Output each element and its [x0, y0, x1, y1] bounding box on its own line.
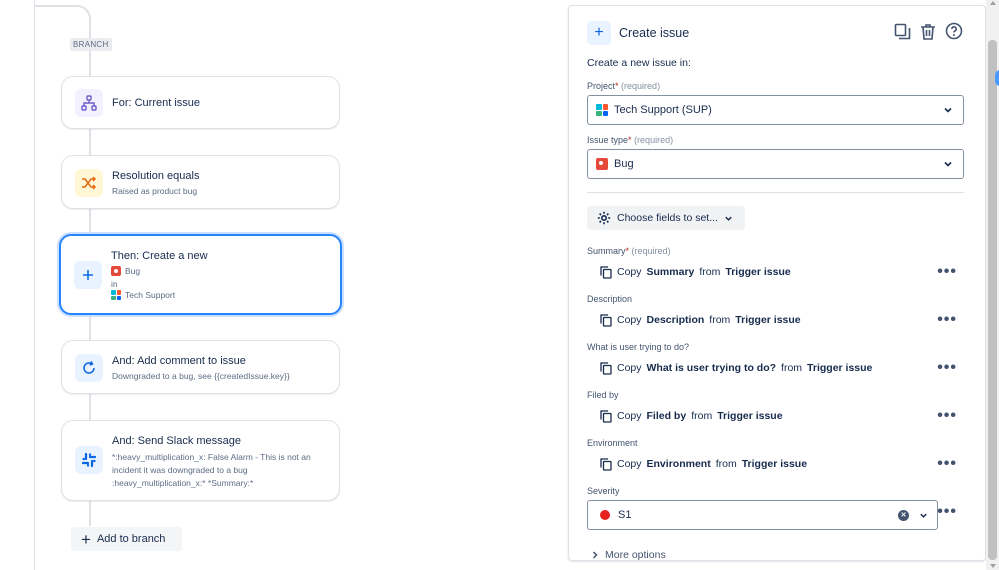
issue-type-value: Bug [614, 158, 634, 170]
card-title: Resolution equals [112, 170, 200, 182]
card-create-issue[interactable]: Then: Create a new Bug in Tech Support [59, 234, 342, 315]
summary-label: Summary* (required) [587, 246, 671, 256]
gear-icon [597, 211, 611, 225]
severity-label: Severity [587, 486, 620, 496]
environment-label: Environment [587, 438, 638, 448]
severity-dot-icon [600, 510, 610, 520]
card-project: Tech Support [111, 290, 175, 300]
copy-icon [600, 457, 612, 471]
description-label: Description [587, 294, 633, 304]
summary-more-icon[interactable]: ••• [937, 264, 957, 280]
plus-icon [74, 261, 102, 289]
copy-icon [600, 313, 612, 327]
card-title: Then: Create a new [111, 250, 208, 262]
environment-copy-row[interactable]: Copy Environment from Trigger issue [600, 456, 964, 472]
card-title: And: Send Slack message [112, 435, 242, 447]
summary-copy-row[interactable]: Copy Summary from Trigger issue [600, 264, 964, 280]
trash-icon[interactable] [919, 22, 937, 40]
card-in-label: in [111, 279, 118, 289]
user-trying-copy-row[interactable]: Copy What is user trying to do? from Trigge… [600, 360, 964, 376]
card-subtitle: Downgraded to a bug, see {{createdIssue.… [112, 371, 290, 381]
scroll-up-icon[interactable] [990, 1, 996, 5]
automation-canvas: BRANCH For: Current issue Resolution equ… [0, 0, 560, 570]
card-title: And: Add comment to issue [112, 355, 246, 367]
panel-toolbar [893, 22, 963, 40]
add-to-branch-button[interactable]: + Add to branch [71, 527, 182, 551]
filed-by-copy-row[interactable]: Copy Filed by from Trigger issue [600, 408, 964, 424]
card-send-slack[interactable]: And: Send Slack message *:heavy_multipli… [61, 420, 340, 501]
card-title: For: Current issue [112, 97, 201, 109]
card-add-comment[interactable]: And: Add comment to issue Downgraded to … [61, 340, 340, 394]
refresh-comment-icon [75, 354, 103, 382]
branch-hierarchy-icon [75, 89, 103, 117]
plus-icon: + [81, 529, 91, 549]
card-subtitle: Raised as product bug [112, 186, 198, 196]
filed-by-label: Filed by [587, 390, 619, 400]
severity-more-icon[interactable]: ••• [937, 504, 957, 520]
divider [587, 192, 964, 193]
project-value: Tech Support (SUP) [614, 104, 712, 116]
bug-icon [596, 158, 608, 170]
user-trying-label: What is user trying to do? [587, 342, 690, 352]
panel-header: + Create issue [587, 21, 689, 45]
clear-icon[interactable]: ✕ [898, 510, 909, 521]
copy-icon[interactable] [893, 22, 911, 40]
tech-support-icon [596, 104, 608, 116]
card-issue-type: Bug [111, 266, 140, 276]
panel-title: Create issue [619, 26, 690, 40]
card-line-2: incident it was downgraded to a bug [112, 465, 248, 475]
help-icon[interactable] [945, 22, 963, 40]
bug-icon [111, 266, 121, 276]
chevron-down-icon [725, 216, 732, 221]
scroll-down-icon[interactable] [990, 564, 996, 568]
user-trying-more-icon[interactable]: ••• [937, 360, 957, 376]
project-select[interactable]: Tech Support (SUP) [587, 95, 964, 125]
chevron-down-icon [920, 513, 927, 518]
issue-type-label: Issue type* (required) [587, 135, 674, 145]
chevron-down-icon [944, 107, 952, 113]
issue-type-select[interactable]: Bug [587, 149, 964, 179]
branch-tag: BRANCH [70, 38, 112, 51]
severity-value: S1 [618, 509, 632, 521]
copy-icon [600, 361, 612, 375]
card-line-3: :heavy_multiplication_x:* *Summary:* [112, 478, 254, 488]
chevron-down-icon [944, 161, 952, 167]
card-line-1: *:heavy_multiplication_x: False Alarm - … [112, 452, 311, 462]
card-resolution-equals[interactable]: Resolution equals Raised as product bug [61, 155, 340, 209]
create-issue-panel: + Create issue Create a new issue in: Pr… [568, 5, 986, 561]
chevron-right-icon [592, 551, 598, 559]
description-copy-row[interactable]: Copy Description from Trigger issue [600, 312, 964, 328]
description-more-icon[interactable]: ••• [937, 312, 957, 328]
plus-icon: + [587, 21, 611, 45]
slack-icon [75, 446, 103, 474]
severity-select[interactable]: S1 ✕ [587, 500, 938, 530]
rule-connector-line [34, 0, 35, 570]
branch-connector-curve [34, 5, 91, 31]
shuffle-icon [75, 169, 103, 197]
tech-support-icon [111, 290, 121, 300]
feedback-dot[interactable] [995, 70, 999, 86]
card-for-current-issue[interactable]: For: Current issue [61, 76, 340, 129]
intro-text: Create a new issue in: [587, 57, 691, 69]
scrollbar-thumb[interactable] [988, 40, 997, 560]
copy-icon [600, 409, 612, 423]
copy-icon [600, 265, 612, 279]
choose-fields-button[interactable]: Choose fields to set... [587, 206, 745, 230]
filed-by-more-icon[interactable]: ••• [937, 408, 957, 424]
more-options-toggle[interactable]: More options [591, 549, 666, 560]
project-label: Project* (required) [587, 81, 661, 91]
environment-more-icon[interactable]: ••• [937, 456, 957, 472]
